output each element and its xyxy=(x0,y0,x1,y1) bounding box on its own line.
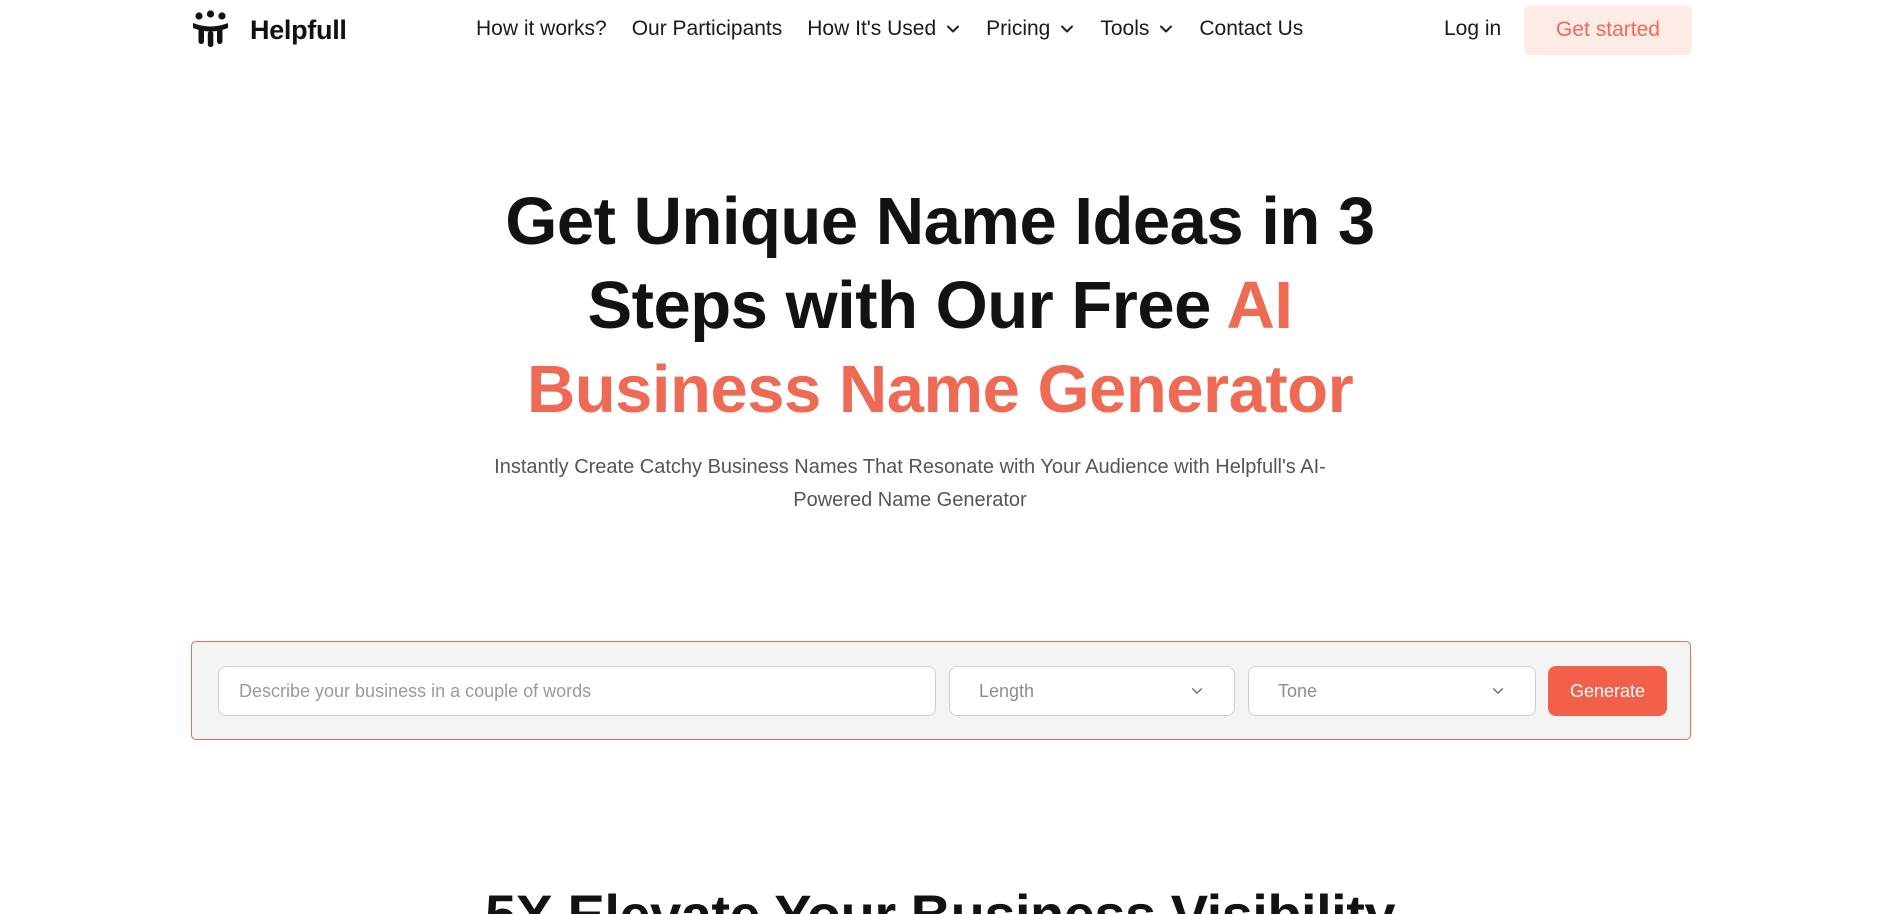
logo-text: Helpfull xyxy=(250,14,347,45)
hero-subtitle-line-1: Instantly Create Catchy Business Names T… xyxy=(494,456,1326,478)
logo-link[interactable]: Helpfull xyxy=(190,10,347,50)
tone-select-placeholder: Tone xyxy=(1278,680,1318,701)
nav-how-it-works[interactable]: How it works? xyxy=(476,17,607,41)
hero-title: Get Unique Name Ideas in 3 Steps with Ou… xyxy=(340,180,1540,432)
section-heading: 5X Elevate Your Business Visibility xyxy=(340,880,1540,914)
nav-our-participants[interactable]: Our Participants xyxy=(632,17,783,41)
hero-title-accent-line: Business Name Generator xyxy=(526,352,1354,427)
generate-button[interactable]: Generate xyxy=(1548,666,1667,716)
chevron-down-icon xyxy=(947,25,960,33)
nav-label: Contact Us xyxy=(1199,17,1304,40)
chevron-down-icon xyxy=(1061,25,1074,33)
hero-title-line-2: Steps with Our Free xyxy=(587,268,1227,343)
chevron-down-icon xyxy=(1191,688,1203,694)
hero-title-accent-ai: AI xyxy=(1226,268,1294,343)
main-nav: How it works? Our Participants How It's … xyxy=(476,12,1303,46)
get-started-button[interactable]: Get started xyxy=(1524,5,1692,55)
nav-label: Our Participants xyxy=(631,17,783,40)
site-header: Helpfull How it works? Our Participants … xyxy=(0,0,1880,58)
length-select[interactable]: Length xyxy=(949,666,1235,716)
nav-contact-us[interactable]: Contact Us xyxy=(1199,17,1303,41)
nav-tools[interactable]: Tools xyxy=(1100,17,1174,41)
nav-label: Tools xyxy=(1100,17,1150,40)
chevron-down-icon xyxy=(1492,688,1504,694)
nav-pricing[interactable]: Pricing xyxy=(986,17,1075,41)
nav-how-its-used[interactable]: How It's Used xyxy=(807,17,961,41)
nav-label: Pricing xyxy=(986,17,1051,40)
helpfull-logo-icon xyxy=(193,10,228,47)
hero-subtitle: Instantly Create Catchy Business Names T… xyxy=(460,451,1360,517)
hero-subtitle-line-2: Powered Name Generator xyxy=(793,489,1027,511)
tone-select[interactable]: Tone xyxy=(1248,666,1536,716)
login-link[interactable]: Log in xyxy=(1444,12,1501,46)
page: Helpfull How it works? Our Participants … xyxy=(0,0,1880,914)
chevron-down-icon xyxy=(1160,25,1173,33)
length-select-placeholder: Length xyxy=(979,680,1035,701)
nav-label: How It's Used xyxy=(807,17,937,40)
name-generator-form: Length Tone Generate xyxy=(191,641,1691,740)
nav-label: How it works? xyxy=(476,17,607,40)
business-description-input[interactable] xyxy=(218,666,936,716)
hero-title-line-1: Get Unique Name Ideas in 3 xyxy=(505,184,1375,259)
